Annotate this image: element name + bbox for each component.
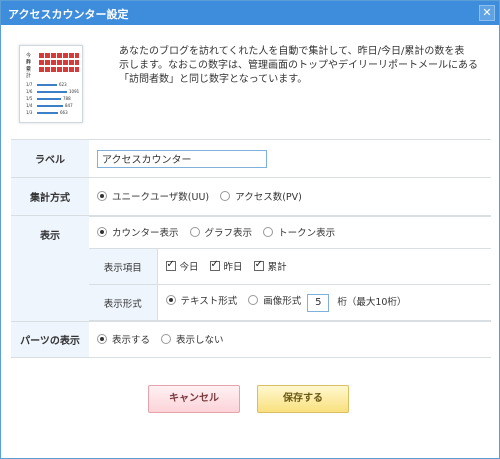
preview-date: 1/5 [26, 96, 33, 101]
check-label: 昨日 [223, 262, 243, 273]
preview-bar [37, 105, 63, 107]
preview-bar [37, 91, 67, 93]
parts-option-hide[interactable]: 表示しない [161, 332, 224, 346]
checkbox-yesterday[interactable] [209, 259, 220, 271]
intro-line: 「訪問者数」と同じ数字となっています。 [119, 74, 308, 85]
format-heading: 表示形式 [89, 284, 158, 321]
check-yesterday[interactable]: 昨日 [209, 259, 243, 273]
intro-section: 今日 昨日 累計 1/7 623 1/6 1091 1/5 788 1/4 84… [19, 45, 489, 125]
checkbox-today[interactable] [165, 259, 176, 271]
row-label: ラベル [11, 139, 491, 178]
check-label: 今日 [179, 262, 199, 273]
row-display: 表示 カウンター表示 グラフ表示 トークン表示 表示項目 ✓ 今日 ✓ 昨日 ✓… [11, 215, 491, 322]
check-label: 累計 [267, 262, 287, 273]
radio-text-format[interactable] [165, 295, 176, 306]
settings-form: ラベル 集計方式 ユニークユーザ数(UU) アクセス数(PV) 表示 [11, 139, 491, 358]
intro-description: あなたのブログを訪れてくれた人を自動で集計して、昨日/今日/累計の数を表 示しま… [119, 45, 491, 87]
row-parts: パーツの表示 表示する 表示しない [11, 321, 491, 358]
row-method: 集計方式 ユニークユーザ数(UU) アクセス数(PV) [11, 177, 491, 216]
preview-bar [37, 84, 57, 86]
option-label: トークン表示 [278, 228, 336, 239]
radio-hide[interactable] [161, 334, 172, 344]
label-heading: ラベル [11, 139, 89, 178]
check-today[interactable]: 今日 [165, 259, 199, 273]
preview-value: 1091 [69, 89, 80, 94]
preview-digits [39, 53, 79, 58]
close-button[interactable]: ✕ [479, 5, 495, 21]
radio-pv[interactable] [220, 191, 231, 201]
save-button[interactable]: 保存する [257, 385, 349, 413]
radio-counter[interactable] [97, 227, 107, 237]
preview-bar [37, 112, 58, 114]
digits-input[interactable] [307, 293, 330, 312]
preview-digits [39, 60, 79, 65]
preview-date: 1/3 [26, 110, 33, 115]
cancel-button[interactable]: キャンセル [148, 385, 240, 413]
checkbox-total[interactable] [253, 259, 264, 271]
settings-dialog: アクセスカウンター設定 ✕ 今日 昨日 累計 1/7 623 1/6 1091 … [0, 0, 500, 459]
intro-line: 示します。なおこの数字は、管理画面のトップやデイリーリポートメールにある [119, 60, 478, 71]
preview-bar [37, 98, 61, 100]
preview-date: 1/4 [26, 103, 33, 108]
counter-preview-image: 今日 昨日 累計 1/7 623 1/6 1091 1/5 788 1/4 84… [19, 45, 83, 123]
dialog-title: アクセスカウンター設定 [8, 8, 129, 21]
option-label: 表示しない [176, 335, 224, 346]
radio-graph[interactable] [189, 227, 200, 237]
label-input[interactable] [97, 149, 267, 168]
display-subtable: カウンター表示 グラフ表示 トークン表示 表示項目 ✓ 今日 ✓ 昨日 ✓ 累計… [89, 216, 491, 321]
check-total[interactable]: 累計 [253, 259, 287, 273]
radio-image-format[interactable] [248, 295, 259, 306]
radio-show[interactable] [97, 334, 107, 344]
radio-uu[interactable] [97, 191, 107, 201]
option-label: カウンター表示 [112, 228, 179, 239]
title-bar: アクセスカウンター設定 ✕ [1, 1, 499, 25]
display-option-counter[interactable]: カウンター表示 [97, 225, 179, 239]
option-label: グラフ表示 [204, 228, 253, 239]
preview-value: 663 [60, 110, 68, 115]
option-label: アクセス数(PV) [235, 192, 302, 203]
option-label: ユニークユーザ数(UU) [112, 192, 210, 203]
intro-line: あなたのブログを訪れてくれた人を自動で集計して、昨日/今日/累計の数を表 [119, 46, 465, 57]
method-heading: 集計方式 [11, 177, 89, 216]
preview-value: 623 [59, 82, 67, 87]
option-label: テキスト形式 [180, 296, 238, 308]
option-label: 表示する [112, 335, 151, 346]
preview-date: 1/7 [26, 82, 33, 87]
digits-suffix: 桁（最大10桁） [337, 297, 407, 309]
method-option-uu[interactable]: ユニークユーザ数(UU) [97, 189, 209, 203]
preview-date: 1/6 [26, 89, 33, 94]
radio-token[interactable] [263, 227, 274, 237]
preview-digits [39, 67, 79, 72]
preview-value: 847 [65, 103, 73, 108]
method-option-pv[interactable]: アクセス数(PV) [220, 189, 302, 203]
preview-label: 累計 [26, 67, 32, 79]
option-label: 画像形式 [263, 296, 302, 308]
display-option-graph[interactable]: グラフ表示 [189, 225, 253, 239]
preview-value: 788 [63, 96, 71, 101]
parts-option-show[interactable]: 表示する [97, 332, 150, 346]
display-option-token[interactable]: トークン表示 [263, 225, 335, 239]
parts-heading: パーツの表示 [11, 321, 89, 358]
display-heading: 表示 [11, 215, 89, 322]
format-option-text[interactable]: テキスト形式 [165, 293, 238, 308]
items-heading: 表示項目 [89, 248, 158, 285]
format-option-image[interactable]: 画像形式 [248, 293, 301, 307]
